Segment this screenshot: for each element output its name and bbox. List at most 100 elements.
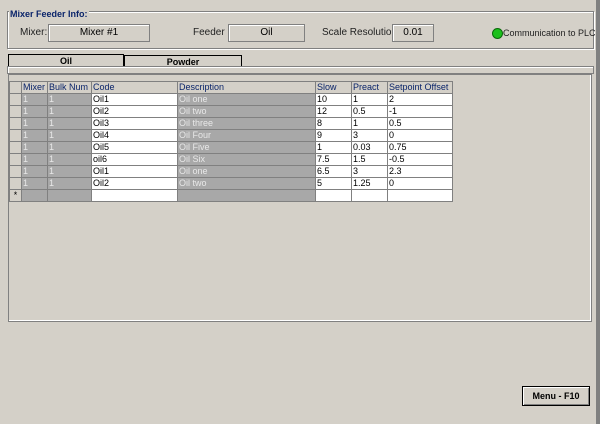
cell-slow[interactable]: 12 bbox=[315, 105, 352, 118]
cell-code[interactable]: Oil3 bbox=[91, 117, 178, 130]
cell-bulk-num[interactable]: 1 bbox=[47, 129, 92, 142]
cell-preact[interactable]: 3 bbox=[351, 129, 388, 142]
cell-slow[interactable]: 9 bbox=[315, 129, 352, 142]
column-header-mixer[interactable]: Mixer bbox=[21, 81, 48, 94]
mixer-label: Mixer: bbox=[20, 27, 48, 38]
cell-setpoint-offset[interactable]: 0 bbox=[387, 129, 453, 142]
cell-description[interactable]: Oil one bbox=[177, 93, 316, 106]
new-row-marker: * bbox=[9, 189, 22, 202]
table-row[interactable]: 1 1 oil6 Oil Six 7.5 1.5 -0.5 bbox=[9, 153, 453, 166]
cell-slow[interactable]: 10 bbox=[315, 93, 352, 106]
cell-code[interactable]: Oil1 bbox=[91, 165, 178, 178]
cell-mixer[interactable]: 1 bbox=[21, 153, 48, 166]
new-cell-code[interactable] bbox=[91, 189, 178, 202]
new-cell-preact[interactable] bbox=[351, 189, 388, 202]
cell-setpoint-offset[interactable]: -1 bbox=[387, 105, 453, 118]
cell-description[interactable]: Oil three bbox=[177, 117, 316, 130]
table-row[interactable]: 1 1 Oil5 Oil Five 1 0.03 0.75 bbox=[9, 141, 453, 154]
cell-mixer[interactable]: 1 bbox=[21, 141, 48, 154]
table-row[interactable]: 1 1 Oil1 Oil one 6.5 3 2.3 bbox=[9, 165, 453, 178]
table-row[interactable]: 1 1 Oil4 Oil Four 9 3 0 bbox=[9, 129, 453, 142]
new-cell-description[interactable] bbox=[177, 189, 316, 202]
table-row[interactable]: 1 1 Oil3 Oil three 8 1 0.5 bbox=[9, 117, 453, 130]
grid-header-row: Mixer Bulk Num Code Description Slow Pre… bbox=[9, 81, 453, 94]
cell-description[interactable]: Oil two bbox=[177, 105, 316, 118]
tab-strip bbox=[7, 66, 594, 74]
cell-slow[interactable]: 5 bbox=[315, 177, 352, 190]
cell-slow[interactable]: 8 bbox=[315, 117, 352, 130]
cell-setpoint-offset[interactable]: -0.5 bbox=[387, 153, 453, 166]
window-edge bbox=[596, 0, 600, 424]
row-selector[interactable] bbox=[9, 153, 22, 166]
new-cell-slow[interactable] bbox=[315, 189, 352, 202]
feeder-grid: Mixer Bulk Num Code Description Slow Pre… bbox=[9, 81, 453, 202]
row-selector[interactable] bbox=[9, 93, 22, 106]
cell-bulk-num[interactable]: 1 bbox=[47, 165, 92, 178]
cell-description[interactable]: Oil Four bbox=[177, 129, 316, 142]
cell-preact[interactable]: 1.25 bbox=[351, 177, 388, 190]
cell-bulk-num[interactable]: 1 bbox=[47, 93, 92, 106]
cell-setpoint-offset[interactable]: 2 bbox=[387, 93, 453, 106]
cell-bulk-num[interactable]: 1 bbox=[47, 105, 92, 118]
table-row[interactable]: 1 1 Oil2 Oil two 12 0.5 -1 bbox=[9, 105, 453, 118]
cell-bulk-num[interactable]: 1 bbox=[47, 141, 92, 154]
cell-setpoint-offset[interactable]: 2.3 bbox=[387, 165, 453, 178]
cell-code[interactable]: Oil2 bbox=[91, 105, 178, 118]
column-header-code[interactable]: Code bbox=[91, 81, 178, 94]
column-header-preact[interactable]: Preact bbox=[351, 81, 388, 94]
scale-resolution-label: Scale Resolution: bbox=[322, 27, 400, 38]
new-cell-mixer[interactable] bbox=[21, 189, 48, 202]
cell-preact[interactable]: 3 bbox=[351, 165, 388, 178]
cell-bulk-num[interactable]: 1 bbox=[47, 153, 92, 166]
cell-bulk-num[interactable]: 1 bbox=[47, 117, 92, 130]
row-selector[interactable] bbox=[9, 165, 22, 178]
cell-code[interactable]: Oil5 bbox=[91, 141, 178, 154]
new-row[interactable]: * bbox=[9, 189, 453, 202]
cell-preact[interactable]: 0.03 bbox=[351, 141, 388, 154]
column-header-setpoint-offset[interactable]: Setpoint Offset bbox=[387, 81, 453, 94]
cell-preact[interactable]: 1 bbox=[351, 93, 388, 106]
new-cell-setpoint-offset[interactable] bbox=[387, 189, 453, 202]
cell-description[interactable]: Oil one bbox=[177, 165, 316, 178]
row-selector[interactable] bbox=[9, 117, 22, 130]
cell-description[interactable]: Oil Six bbox=[177, 153, 316, 166]
cell-code[interactable]: Oil1 bbox=[91, 93, 178, 106]
cell-setpoint-offset[interactable]: 0 bbox=[387, 177, 453, 190]
feeder-value-field: Oil bbox=[228, 24, 305, 42]
cell-mixer[interactable]: 1 bbox=[21, 129, 48, 142]
feeder-label: Feeder bbox=[193, 27, 225, 38]
table-row[interactable]: 1 1 Oil2 Oil two 5 1.25 0 bbox=[9, 177, 453, 190]
row-selector[interactable] bbox=[9, 177, 22, 190]
cell-setpoint-offset[interactable]: 0.75 bbox=[387, 141, 453, 154]
row-selector[interactable] bbox=[9, 105, 22, 118]
column-header-slow[interactable]: Slow bbox=[315, 81, 352, 94]
cell-mixer[interactable]: 1 bbox=[21, 105, 48, 118]
cell-preact[interactable]: 0.5 bbox=[351, 105, 388, 118]
cell-code[interactable]: Oil2 bbox=[91, 177, 178, 190]
cell-slow[interactable]: 1 bbox=[315, 141, 352, 154]
cell-code[interactable]: Oil4 bbox=[91, 129, 178, 142]
column-header-bulk-num[interactable]: Bulk Num bbox=[47, 81, 92, 94]
cell-preact[interactable]: 1 bbox=[351, 117, 388, 130]
cell-description[interactable]: Oil Five bbox=[177, 141, 316, 154]
cell-code[interactable]: oil6 bbox=[91, 153, 178, 166]
cell-mixer[interactable]: 1 bbox=[21, 93, 48, 106]
cell-description[interactable]: Oil two bbox=[177, 177, 316, 190]
cell-bulk-num[interactable]: 1 bbox=[47, 177, 92, 190]
row-selector[interactable] bbox=[9, 129, 22, 142]
cell-mixer[interactable]: 1 bbox=[21, 165, 48, 178]
cell-mixer[interactable]: 1 bbox=[21, 177, 48, 190]
cell-slow[interactable]: 6.5 bbox=[315, 165, 352, 178]
menu-f10-button[interactable]: Menu - F10 bbox=[522, 386, 590, 406]
table-row[interactable]: 1 1 Oil1 Oil one 10 1 2 bbox=[9, 93, 453, 106]
scale-resolution-field: 0.01 bbox=[392, 24, 434, 42]
row-selector[interactable] bbox=[9, 141, 22, 154]
column-header-description[interactable]: Description bbox=[177, 81, 316, 94]
cell-setpoint-offset[interactable]: 0.5 bbox=[387, 117, 453, 130]
row-selector-header bbox=[9, 81, 22, 94]
cell-mixer[interactable]: 1 bbox=[21, 117, 48, 130]
group-title: Mixer Feeder Info: bbox=[9, 9, 89, 19]
new-cell-bulk-num[interactable] bbox=[47, 189, 92, 202]
cell-slow[interactable]: 7.5 bbox=[315, 153, 352, 166]
cell-preact[interactable]: 1.5 bbox=[351, 153, 388, 166]
